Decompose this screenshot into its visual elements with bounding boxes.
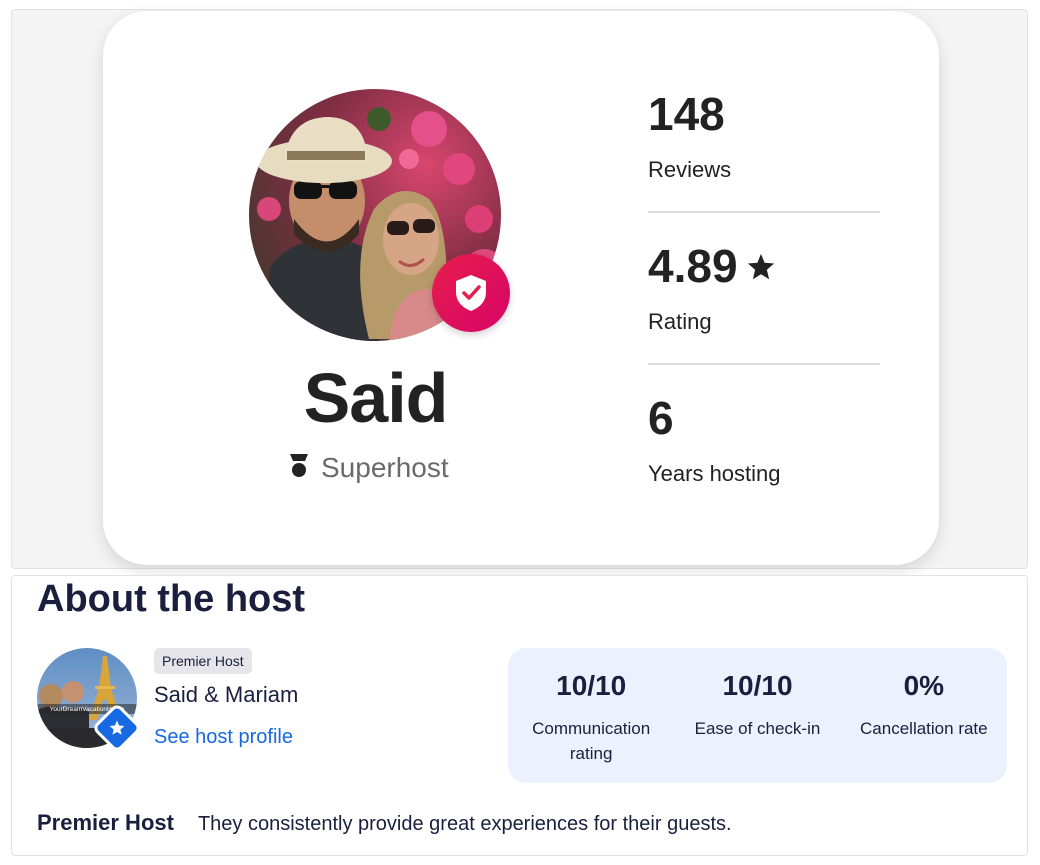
superhost-medal-icon (289, 453, 309, 484)
superhost-label: Superhost (321, 452, 449, 483)
rating-value: 4.89 (648, 240, 738, 292)
superhost-badge: Superhost (289, 451, 449, 485)
star-icon (746, 243, 776, 289)
years-value: 6 (648, 392, 674, 444)
divider (648, 363, 880, 365)
host-avatar-wrap (249, 89, 510, 341)
host-metrics: 10/10 Communication rating 10/10 Ease of… (508, 648, 1007, 783)
premier-host-description: Premier Host They consistently provide g… (37, 810, 732, 836)
shield-check-icon (432, 254, 510, 332)
metric-checkin: 10/10 Ease of check-in (674, 648, 840, 783)
metric-cancellation: 0% Cancellation rate (841, 648, 1007, 783)
host-card[interactable]: Said Superhost 148 Reviews 4.89 Rating 6… (103, 11, 939, 565)
stat-label: Years hosting (648, 461, 781, 486)
divider (648, 211, 880, 213)
metric-value: 10/10 (556, 670, 627, 701)
stat-value: 6 (648, 395, 880, 441)
premier-host-pill: Premier Host (154, 648, 252, 674)
see-host-profile-link[interactable]: See host profile (154, 726, 293, 749)
host-names: Said & Mariam (154, 682, 299, 707)
stat-years-hosting: 6 Years hosting (648, 395, 880, 547)
host-summary-panel: Said Superhost 148 Reviews 4.89 Rating 6… (11, 9, 1028, 569)
stat-label: Rating (648, 309, 712, 334)
stat-value: 4.89 (648, 243, 880, 289)
premier-desc: They consistently provide great experien… (197, 813, 732, 835)
host-mini-avatar-wrap[interactable]: YourDreamVacationHome (37, 648, 143, 754)
premier-title: Premier Host (37, 810, 174, 835)
metric-value: 0% (903, 670, 945, 701)
metric-label: Ease of check-in (694, 719, 821, 738)
stat-reviews[interactable]: 148 Reviews (648, 91, 880, 243)
stat-value: 148 (648, 91, 880, 137)
section-title: About the host (37, 578, 306, 620)
about-host-panel: About the host YourDreamVacationHome Pre… (11, 575, 1028, 856)
host-stats: 148 Reviews 4.89 Rating 6 Years hosting (648, 91, 880, 547)
metric-communication: 10/10 Communication rating (508, 648, 674, 783)
stat-rating[interactable]: 4.89 Rating (648, 243, 880, 395)
reviews-count: 148 (648, 88, 725, 140)
stat-label: Reviews (648, 157, 732, 182)
metric-label: Cancellation rate (860, 719, 988, 738)
host-name: Said (303, 359, 449, 437)
star-icon (108, 719, 126, 737)
metric-label: Communication rating (532, 719, 651, 763)
metric-value: 10/10 (722, 670, 793, 701)
